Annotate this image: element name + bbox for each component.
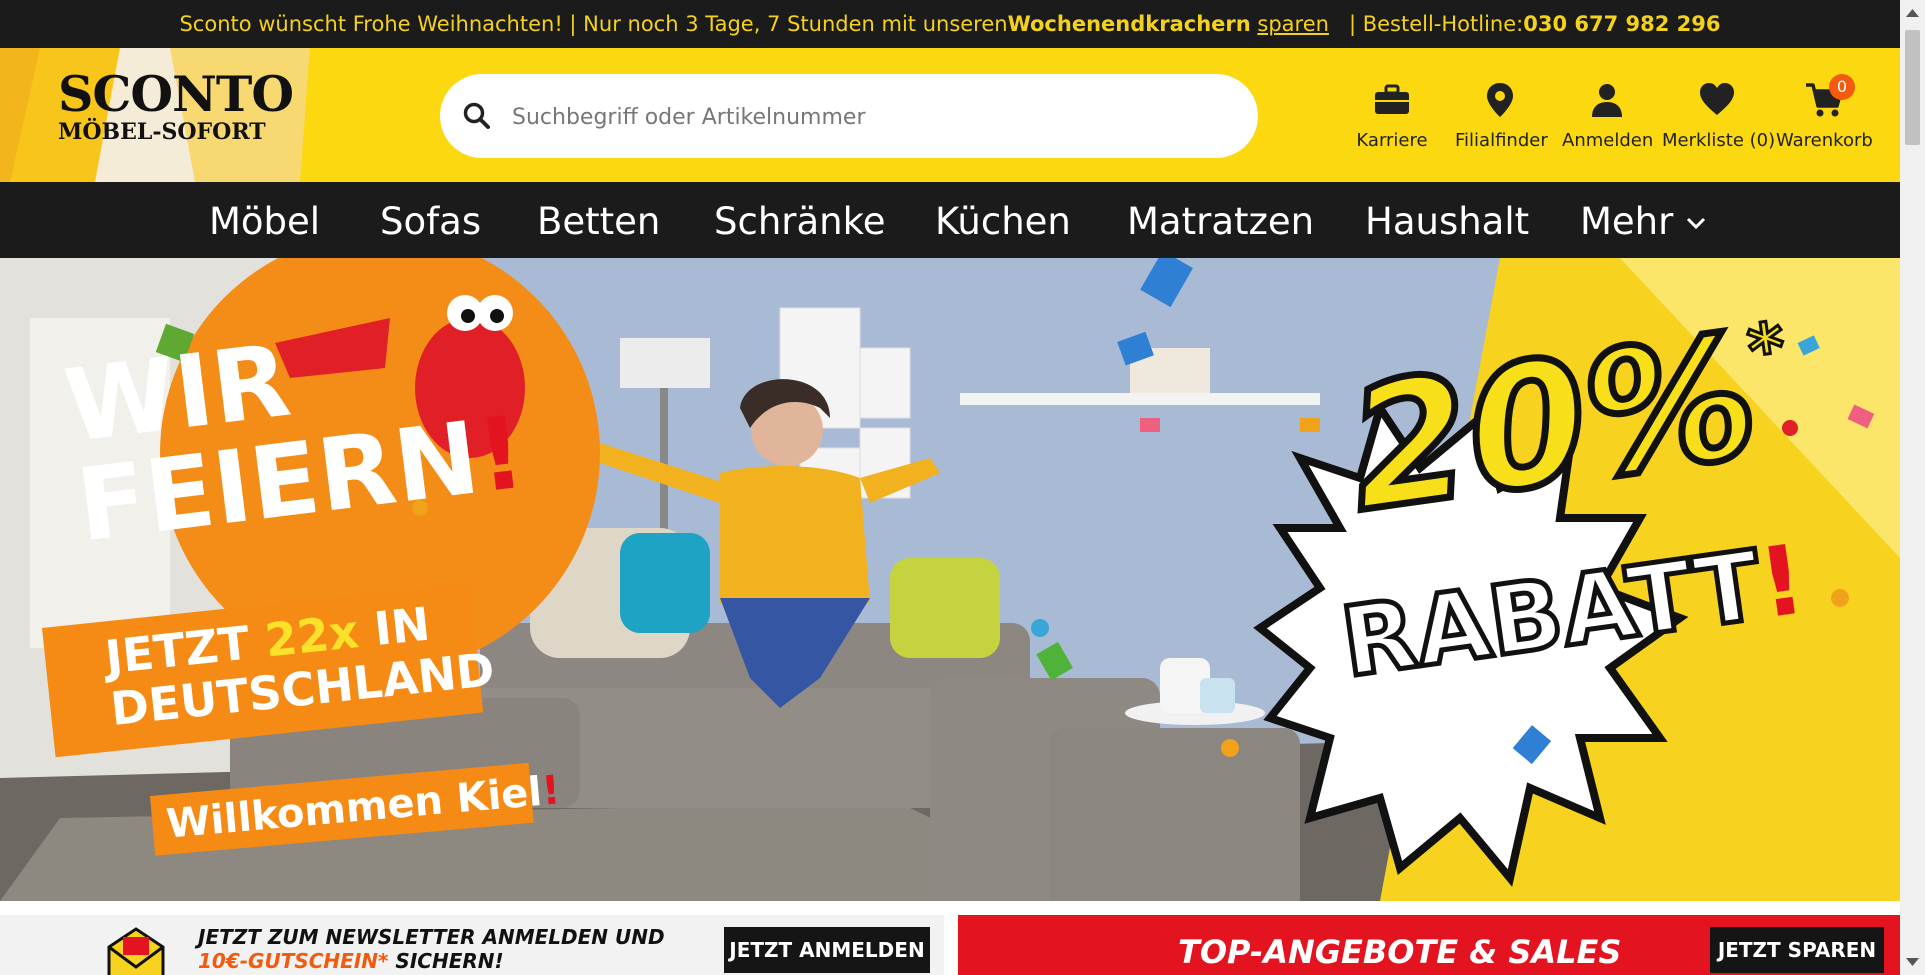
nav-item-haushalt[interactable]: Haushalt xyxy=(1365,200,1529,243)
newsletter-signup-button[interactable]: JETZT ANMELDEN xyxy=(724,927,930,973)
merkliste-label: Merkliste (0) xyxy=(1662,130,1776,151)
announcement-bar: Sconto wünscht Frohe Weihnachten! | Nur … xyxy=(0,0,1900,48)
newsletter-line2: SICHERN! xyxy=(388,949,504,973)
nav-item-sofas[interactable]: Sofas xyxy=(380,200,481,243)
announcement-text: Sconto wünscht Frohe Weihnachten! | Nur … xyxy=(179,12,1008,36)
karriere-label: Karriere xyxy=(1356,130,1428,151)
chevron-down-icon xyxy=(1685,200,1707,243)
search-input[interactable] xyxy=(510,92,1234,142)
warenkorb-label: Warenkorb xyxy=(1776,130,1873,151)
scroll-down-arrow-icon[interactable] xyxy=(1900,951,1925,971)
nav-item-betten[interactable]: Betten xyxy=(537,200,660,243)
warenkorb-link[interactable]: 0 Warenkorb xyxy=(1776,74,1873,170)
hero-welcome-exclaim: ! xyxy=(539,767,563,815)
nav-item-mehr[interactable]: Mehr xyxy=(1580,200,1707,243)
anmelden-label: Anmelden xyxy=(1562,130,1654,151)
newsletter-voucher: 10€-GUTSCHEIN* xyxy=(198,949,389,973)
search-icon[interactable] xyxy=(462,101,492,135)
top-offers-button[interactable]: JETZT SPAREN xyxy=(1710,927,1884,973)
hotline-label: | Bestell-Hotline: xyxy=(1348,12,1524,36)
anmelden-link[interactable]: Anmelden xyxy=(1562,80,1654,170)
search-bar xyxy=(440,74,1258,158)
logo-line2: MÖBEL-SOFORT xyxy=(58,119,266,145)
filialfinder-label: Filialfinder xyxy=(1455,130,1548,151)
top-offers-title: TOP-ANGEBOTE & SALES xyxy=(1178,933,1622,971)
filialfinder-link[interactable]: Filialfinder xyxy=(1455,80,1548,170)
site-header: SCONTO MÖBEL-SOFORT Karriere xyxy=(0,48,1900,182)
nav-item-matratzen[interactable]: Matratzen xyxy=(1127,200,1314,243)
nav-item-kuechen[interactable]: Küchen xyxy=(935,200,1071,243)
page-scrollbar[interactable] xyxy=(1900,0,1925,975)
karriere-link[interactable]: Karriere xyxy=(1355,80,1429,170)
gift-envelope-icon xyxy=(105,925,167,975)
briefcase-icon xyxy=(1355,80,1429,120)
nav-item-mehr-label: Mehr xyxy=(1580,200,1674,243)
heart-icon xyxy=(1662,80,1772,120)
main-navigation: Möbel Sofas Betten Schränke Küchen Matra… xyxy=(0,182,1900,258)
newsletter-line1: JETZT ZUM NEWSLETTER ANMELDEN UND xyxy=(198,925,665,949)
scroll-up-arrow-icon[interactable] xyxy=(1900,4,1925,24)
nav-item-moebel[interactable]: Möbel xyxy=(209,200,320,243)
merkliste-link[interactable]: Merkliste (0) xyxy=(1662,80,1776,170)
user-icon xyxy=(1562,80,1652,120)
cart-count-badge: 0 xyxy=(1829,74,1855,100)
announcement-highlight: Wochenendkrachern xyxy=(1007,12,1251,36)
location-pin-icon xyxy=(1455,80,1545,120)
newsletter-promo: JETZT ZUM NEWSLETTER ANMELDEN UND 10€-GU… xyxy=(0,915,944,975)
announcement-sparen-link[interactable]: sparen xyxy=(1257,12,1329,36)
top-offers-promo[interactable]: TOP-ANGEBOTE & SALES JETZT SPAREN xyxy=(958,915,1900,975)
sconto-logo[interactable]: SCONTO MÖBEL-SOFORT xyxy=(0,48,310,182)
cart-icon: 0 xyxy=(1799,74,1855,120)
hero-banner[interactable]: WIR FEIERN! JETZT 22x IN DEUTSCHLAND Wil… xyxy=(0,258,1900,901)
logo-line1: SCONTO xyxy=(58,65,294,123)
scrollbar-thumb[interactable] xyxy=(1905,30,1920,145)
nav-item-schraenke[interactable]: Schränke xyxy=(714,200,886,243)
hotline-number[interactable]: 030 677 982 296 xyxy=(1523,12,1720,36)
